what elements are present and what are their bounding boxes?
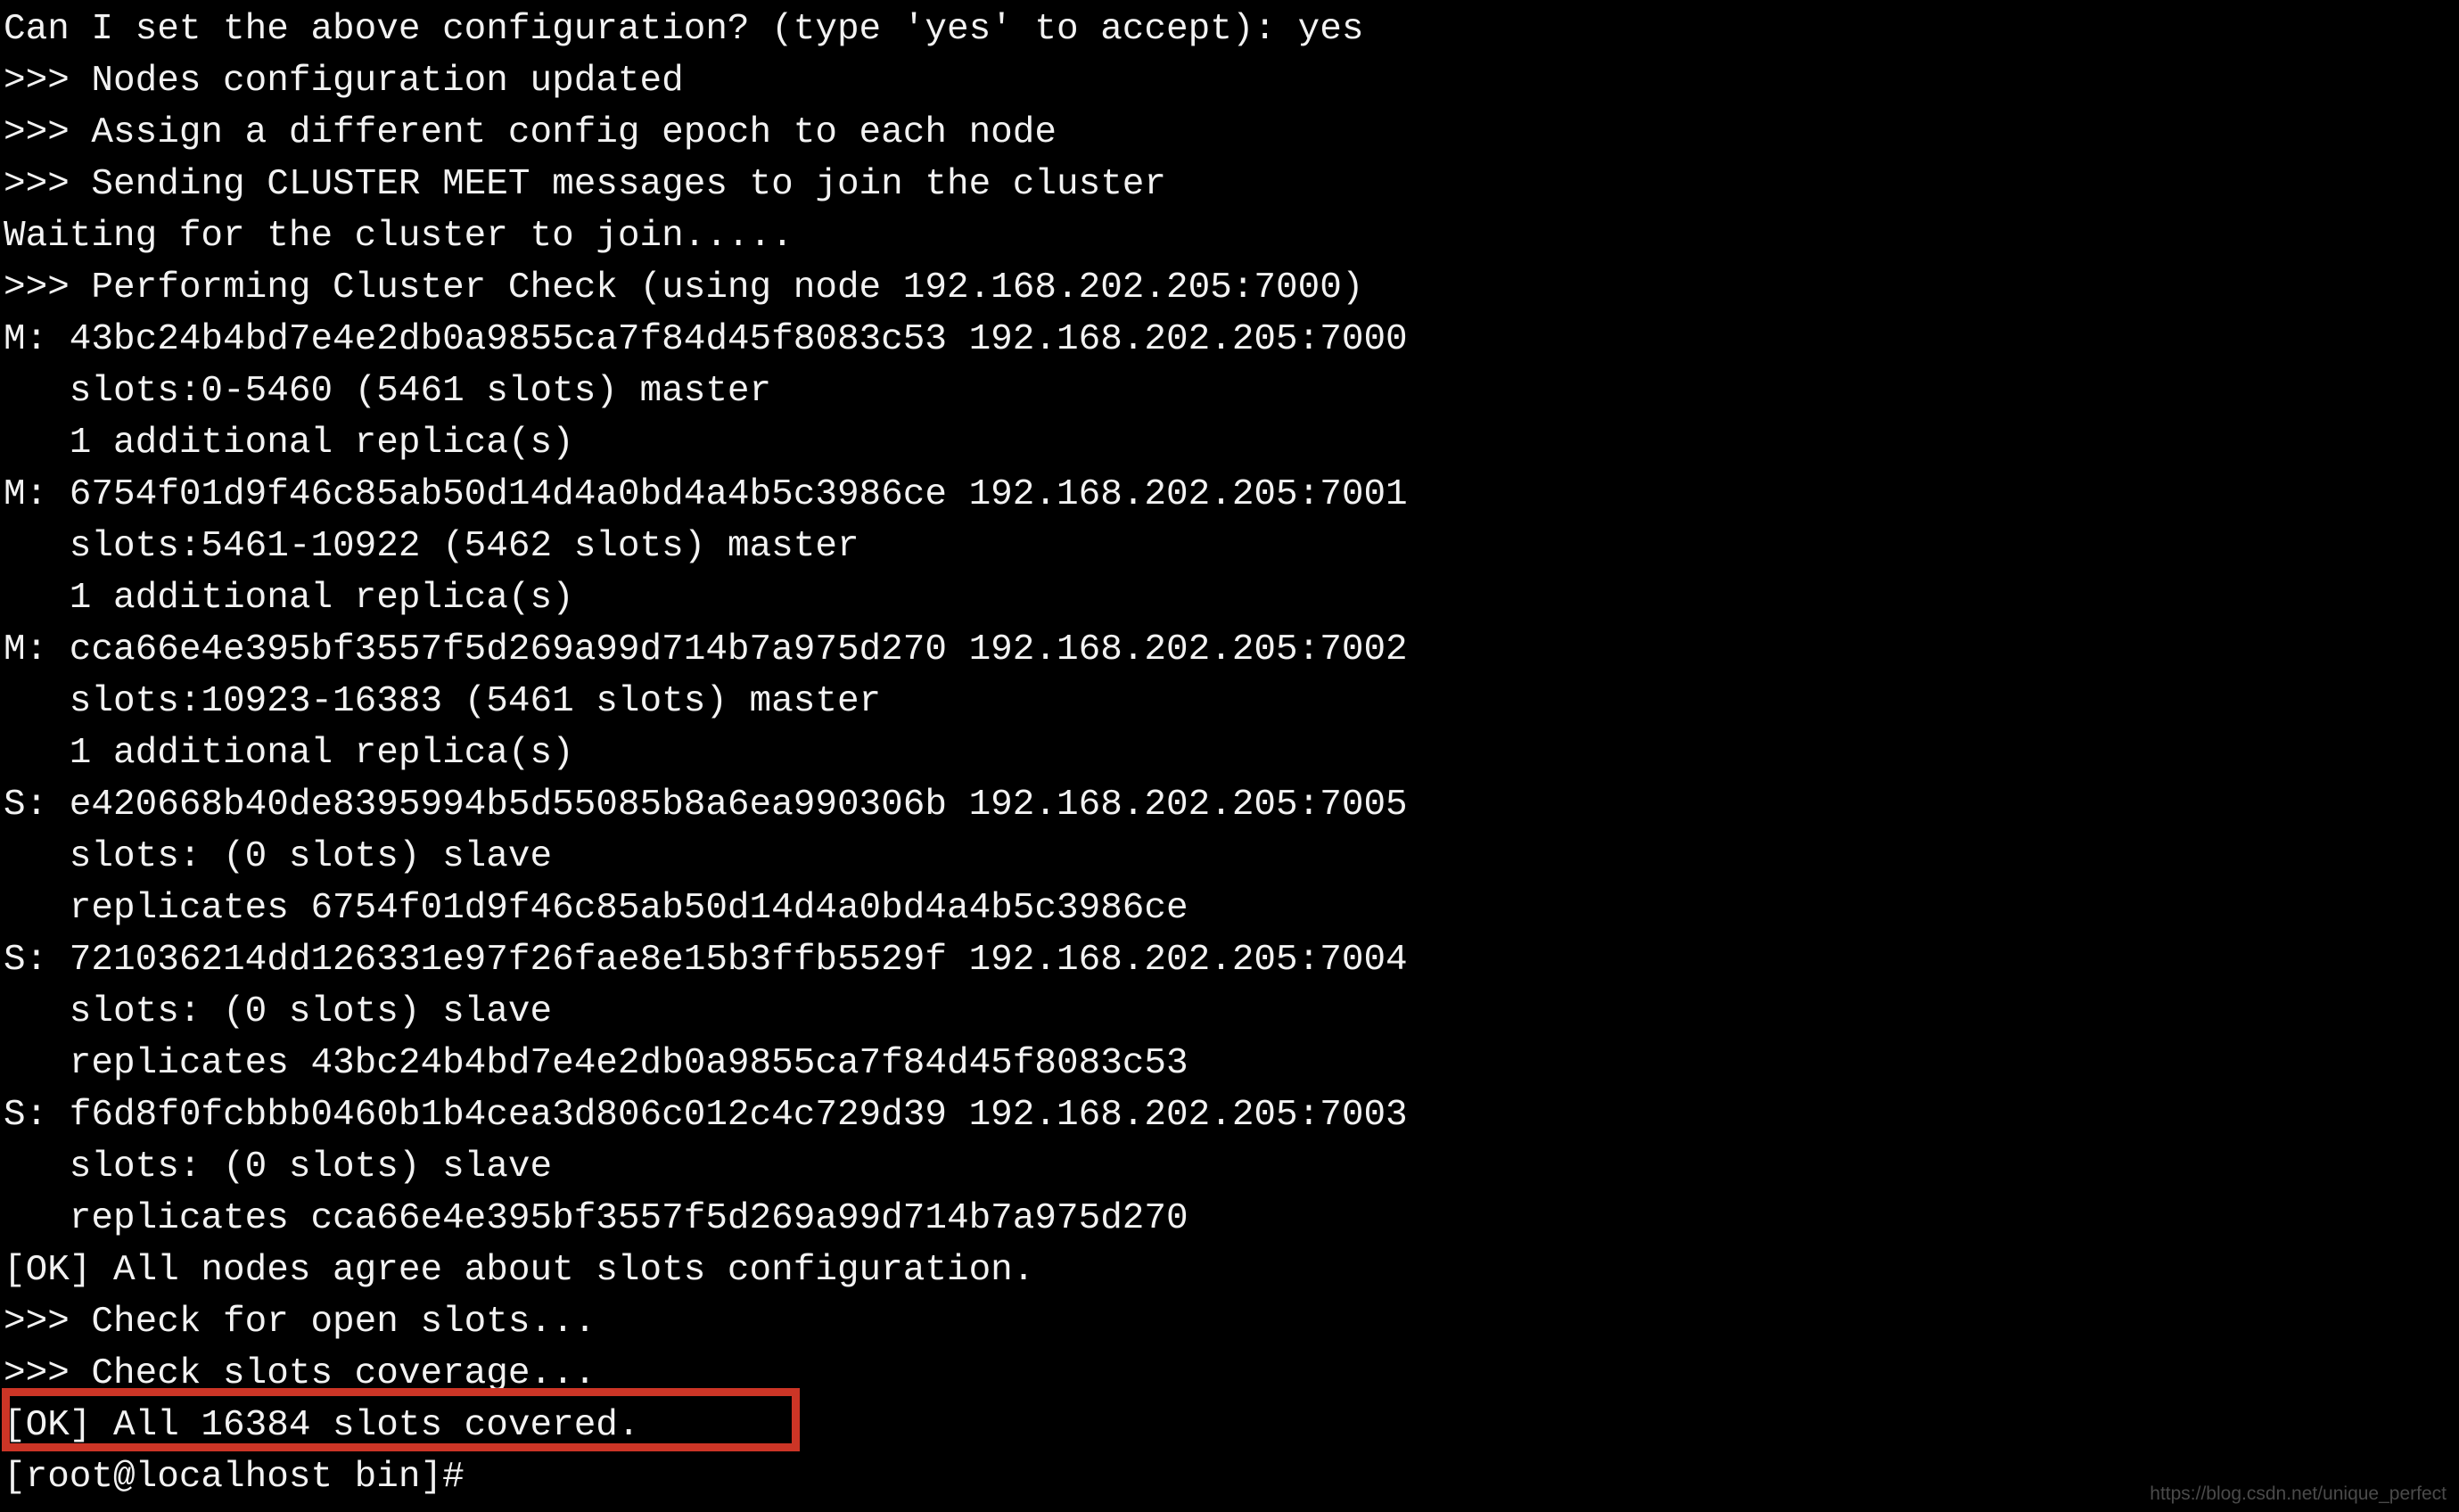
terminal-line: [root@localhost bin]# [4, 1457, 465, 1498]
terminal-line: slots:0-5460 (5461 slots) master [4, 371, 772, 412]
terminal-line: replicates 6754f01d9f46c85ab50d14d4a0bd4… [4, 888, 1188, 929]
terminal-line: 1 additional replica(s) [4, 578, 574, 619]
terminal-output: Can I set the above configuration? (type… [4, 4, 2459, 1503]
terminal-line: 1 additional replica(s) [4, 423, 574, 464]
terminal-line: slots: (0 slots) slave [4, 1146, 553, 1187]
terminal-line: replicates 43bc24b4bd7e4e2db0a9855ca7f84… [4, 1043, 1188, 1084]
terminal-line: Waiting for the cluster to join..... [4, 216, 794, 257]
watermark-text: https://blog.csdn.net/unique_perfect [2150, 1483, 2447, 1504]
terminal-line: [OK] All nodes agree about slots configu… [4, 1250, 1035, 1291]
terminal-line: [OK] All 16384 slots covered. [4, 1405, 640, 1446]
terminal-line: slots: (0 slots) slave [4, 836, 553, 877]
terminal-line: slots: (0 slots) slave [4, 991, 553, 1032]
terminal-line: >>> Nodes configuration updated [4, 61, 684, 102]
terminal-line: S: 721036214dd126331e97f26fae8e15b3ffb55… [4, 940, 1408, 981]
terminal-line: 1 additional replica(s) [4, 733, 574, 774]
terminal-line: slots:5461-10922 (5462 slots) master [4, 526, 859, 567]
terminal-window[interactable]: Can I set the above configuration? (type… [0, 0, 2459, 1512]
terminal-line: >>> Check slots coverage... [4, 1353, 596, 1394]
terminal-line: >>> Sending CLUSTER MEET messages to joi… [4, 164, 1167, 205]
terminal-line: replicates cca66e4e395bf3557f5d269a99d71… [4, 1198, 1188, 1239]
terminal-line: M: cca66e4e395bf3557f5d269a99d714b7a975d… [4, 629, 1408, 670]
terminal-line: >>> Check for open slots... [4, 1302, 596, 1343]
terminal-line: slots:10923-16383 (5461 slots) master [4, 681, 882, 722]
terminal-line: M: 43bc24b4bd7e4e2db0a9855ca7f84d45f8083… [4, 319, 1408, 360]
terminal-line: M: 6754f01d9f46c85ab50d14d4a0bd4a4b5c398… [4, 474, 1408, 515]
terminal-line: S: e420668b40de8395994b5d55085b8a6ea9903… [4, 785, 1408, 826]
terminal-line: Can I set the above configuration? (type… [4, 9, 1364, 50]
terminal-line: >>> Performing Cluster Check (using node… [4, 267, 1364, 308]
terminal-line: >>> Assign a different config epoch to e… [4, 112, 1057, 153]
terminal-line: S: f6d8f0fcbbb0460b1b4cea3d806c012c4c729… [4, 1095, 1408, 1136]
